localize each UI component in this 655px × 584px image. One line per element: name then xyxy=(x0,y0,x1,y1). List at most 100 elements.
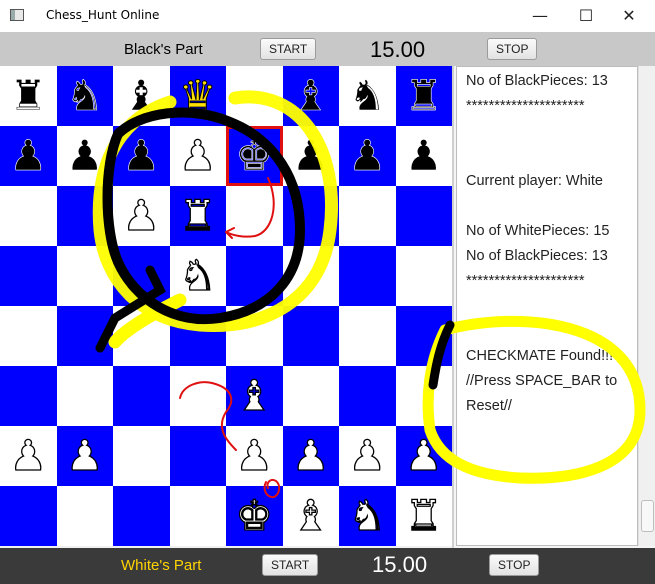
white-pawn-icon[interactable]: ♟ xyxy=(235,434,274,477)
square-a2[interactable]: ♟ xyxy=(0,426,57,486)
square-a3[interactable] xyxy=(0,366,57,426)
square-a6[interactable] xyxy=(0,186,57,246)
black-queen-icon[interactable]: ♛ xyxy=(178,74,217,117)
square-b5[interactable] xyxy=(56,246,113,306)
maximize-button[interactable]: ☐ xyxy=(563,0,609,32)
square-e4[interactable] xyxy=(226,306,283,366)
square-h5[interactable] xyxy=(395,246,452,306)
square-h6[interactable] xyxy=(395,186,452,246)
square-c6[interactable]: ♟ xyxy=(113,186,170,246)
square-b8[interactable]: ♞ xyxy=(56,66,113,126)
close-button[interactable]: ✕ xyxy=(606,0,652,32)
square-h1[interactable]: ♜ xyxy=(395,486,452,546)
white-pawn-icon[interactable]: ♟ xyxy=(348,434,387,477)
black-pawn-icon[interactable]: ♟ xyxy=(9,134,47,177)
square-f3[interactable] xyxy=(282,366,339,426)
square-f2[interactable]: ♟ xyxy=(282,426,339,486)
black-rook-icon[interactable]: ♜ xyxy=(405,74,443,117)
black-pawn-icon[interactable]: ♟ xyxy=(122,134,160,177)
black-rook-icon[interactable]: ♜ xyxy=(9,74,47,117)
black-pawn-icon[interactable]: ♟ xyxy=(66,134,104,177)
white-bishop-icon[interactable]: ♝ xyxy=(235,374,274,417)
square-c1[interactable] xyxy=(113,486,170,546)
square-e7[interactable]: ♚ xyxy=(226,126,283,186)
white-king-icon[interactable]: ♚ xyxy=(235,494,274,537)
white-pawn-icon[interactable]: ♟ xyxy=(122,194,161,237)
black-pawn-icon[interactable]: ♟ xyxy=(348,134,386,177)
square-d1[interactable] xyxy=(169,486,226,546)
square-h8[interactable]: ♜ xyxy=(395,66,452,126)
square-f7[interactable]: ♟ xyxy=(282,126,339,186)
square-b2[interactable]: ♟ xyxy=(56,426,113,486)
square-c2[interactable] xyxy=(113,426,170,486)
square-d2[interactable] xyxy=(169,426,226,486)
square-b6[interactable] xyxy=(56,186,113,246)
square-g5[interactable] xyxy=(339,246,396,306)
square-g2[interactable]: ♟ xyxy=(339,426,396,486)
square-g6[interactable] xyxy=(339,186,396,246)
square-d7[interactable]: ♟ xyxy=(169,126,226,186)
square-f1[interactable]: ♝ xyxy=(282,486,339,546)
square-e3[interactable]: ♝ xyxy=(226,366,283,426)
white-knight-icon[interactable]: ♞ xyxy=(178,254,217,297)
square-c5[interactable] xyxy=(113,246,170,306)
square-a5[interactable] xyxy=(0,246,57,306)
square-c7[interactable]: ♟ xyxy=(113,126,170,186)
white-rook-icon[interactable]: ♜ xyxy=(178,194,217,237)
square-a4[interactable] xyxy=(0,306,57,366)
white-pawn-icon[interactable]: ♟ xyxy=(178,134,217,177)
white-rook-icon[interactable]: ♜ xyxy=(404,494,443,537)
square-e1[interactable]: ♚ xyxy=(226,486,283,546)
game-log[interactable]: No of BlackPieces: 13 *******************… xyxy=(456,66,638,546)
square-d8[interactable]: ♛ xyxy=(169,66,226,126)
square-a1[interactable] xyxy=(0,486,57,546)
square-g8[interactable]: ♞ xyxy=(339,66,396,126)
square-d5[interactable]: ♞ xyxy=(169,246,226,306)
black-pawn-icon[interactable]: ♟ xyxy=(405,134,443,177)
black-bishop-icon[interactable]: ♝ xyxy=(292,74,330,117)
white-pawn-icon[interactable]: ♟ xyxy=(9,434,48,477)
black-stop-button[interactable]: STOP xyxy=(487,38,538,60)
white-knight-icon[interactable]: ♞ xyxy=(348,494,387,537)
square-h2[interactable]: ♟ xyxy=(395,426,452,486)
square-a7[interactable]: ♟ xyxy=(0,126,57,186)
square-f4[interactable] xyxy=(282,306,339,366)
square-d4[interactable] xyxy=(169,306,226,366)
square-g4[interactable] xyxy=(339,306,396,366)
white-start-button[interactable]: START xyxy=(262,554,319,576)
square-d3[interactable] xyxy=(169,366,226,426)
square-c3[interactable] xyxy=(113,366,170,426)
square-a8[interactable]: ♜ xyxy=(0,66,57,126)
black-knight-icon[interactable]: ♞ xyxy=(348,74,386,117)
square-e5[interactable] xyxy=(226,246,283,306)
square-b3[interactable] xyxy=(56,366,113,426)
square-d6[interactable]: ♜ xyxy=(169,186,226,246)
square-b4[interactable] xyxy=(56,306,113,366)
white-stop-button[interactable]: STOP xyxy=(489,554,540,576)
log-scrollbar[interactable] xyxy=(638,66,655,546)
scrollbar-thumb[interactable] xyxy=(641,500,654,532)
square-c4[interactable] xyxy=(113,306,170,366)
square-f8[interactable]: ♝ xyxy=(282,66,339,126)
black-start-button[interactable]: START xyxy=(260,38,317,60)
black-pawn-icon[interactable]: ♟ xyxy=(292,134,330,177)
square-b1[interactable] xyxy=(56,486,113,546)
white-pawn-icon[interactable]: ♟ xyxy=(291,434,330,477)
white-pawn-icon[interactable]: ♟ xyxy=(404,434,443,477)
black-bishop-icon[interactable]: ♝ xyxy=(122,74,160,117)
black-king-icon[interactable]: ♚ xyxy=(235,134,273,177)
square-h4[interactable] xyxy=(395,306,452,366)
square-h3[interactable] xyxy=(395,366,452,426)
square-e2[interactable]: ♟ xyxy=(226,426,283,486)
square-g7[interactable]: ♟ xyxy=(339,126,396,186)
square-g1[interactable]: ♞ xyxy=(339,486,396,546)
chess-board[interactable]: ♜ ♞ ♝ ♛ ♝ ♞ ♜ ♟ ♟ ♟ ♟ ♚ ♟ ♟ ♟ ♟ ♜ ♞ ♝ ♟ ♟ ♟ ♟ ♟ ♟ ♚ ♝ ♞ ♜ xyxy=(0,66,452,546)
white-pawn-icon[interactable]: ♟ xyxy=(65,434,104,477)
black-knight-icon[interactable]: ♞ xyxy=(66,74,104,117)
square-c8[interactable]: ♝ xyxy=(113,66,170,126)
white-bishop-icon[interactable]: ♝ xyxy=(291,494,330,537)
square-g3[interactable] xyxy=(339,366,396,426)
square-e6[interactable] xyxy=(226,186,283,246)
square-f5[interactable] xyxy=(282,246,339,306)
square-b7[interactable]: ♟ xyxy=(56,126,113,186)
